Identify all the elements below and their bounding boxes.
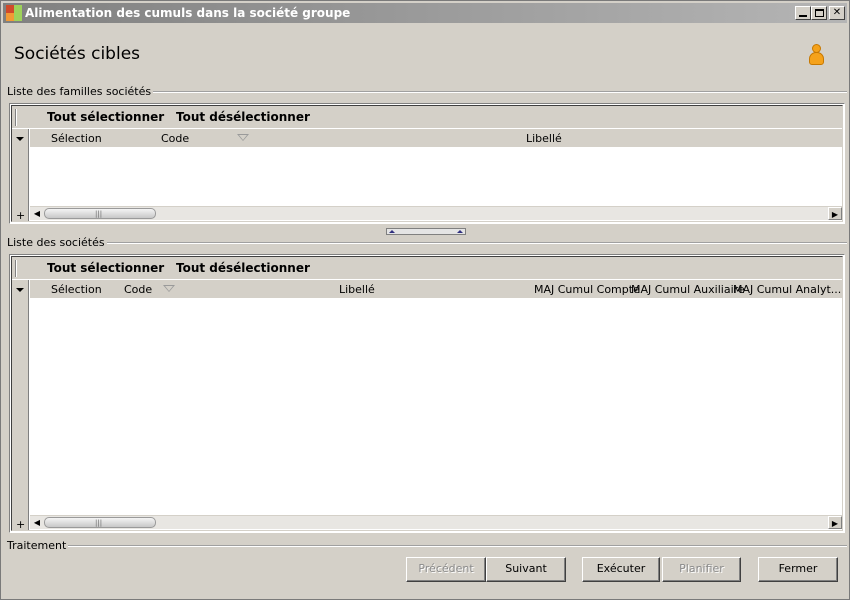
- companies-row-gutter[interactable]: [12, 280, 29, 530]
- column-selection[interactable]: Sélection: [51, 132, 102, 145]
- families-deselect-all-button[interactable]: Tout désélectionner: [176, 110, 310, 124]
- column-code[interactable]: Code: [124, 283, 152, 296]
- app-logo-icon: [6, 5, 22, 21]
- chevron-down-icon[interactable]: [16, 137, 24, 141]
- column-maj-cumul-analytique[interactable]: MAJ Cumul Analyt...: [733, 283, 841, 296]
- user-icon[interactable]: [807, 44, 825, 66]
- title-bar[interactable]: Alimentation des cumuls dans la société …: [3, 3, 847, 23]
- panel-splitter[interactable]: [386, 228, 466, 235]
- column-libelle[interactable]: Libellé: [526, 132, 562, 145]
- execute-button[interactable]: Exécuter: [582, 557, 660, 582]
- column-code[interactable]: Code: [161, 132, 189, 145]
- processing-group-divider: [7, 545, 847, 547]
- companies-deselect-all-button[interactable]: Tout désélectionner: [176, 261, 310, 275]
- column-libelle[interactable]: Libellé: [339, 283, 375, 296]
- companies-grid: Tout sélectionner Tout désélectionner Sé…: [9, 254, 845, 533]
- close-window-button[interactable]: ✕: [829, 6, 845, 20]
- column-selection[interactable]: Sélection: [51, 283, 102, 296]
- minimize-button[interactable]: [795, 6, 811, 20]
- companies-toolbar: Tout sélectionner Tout désélectionner: [12, 257, 842, 280]
- schedule-button[interactable]: Planifier: [662, 557, 741, 582]
- companies-horizontal-scrollbar[interactable]: ◀ ||| ▶: [30, 515, 842, 529]
- scroll-thumb[interactable]: |||: [44, 517, 156, 528]
- processing-group-label: Traitement: [7, 539, 69, 552]
- main-window: Alimentation des cumuls dans la société …: [0, 0, 850, 600]
- column-maj-cumul-auxiliaire[interactable]: MAJ Cumul Auxiliaire: [631, 283, 745, 296]
- scroll-thumb[interactable]: |||: [44, 208, 156, 219]
- families-column-header: Sélection Code Libellé: [30, 129, 842, 147]
- page-title: Sociétés cibles: [14, 44, 141, 64]
- maximize-icon: [815, 9, 824, 17]
- add-row-button[interactable]: +: [16, 518, 25, 530]
- companies-group-divider: [7, 242, 847, 244]
- families-row-gutter[interactable]: [12, 129, 29, 221]
- companies-column-header: Sélection Code Libellé MAJ Cumul Compte …: [30, 280, 842, 298]
- splitter-up-icon[interactable]: [389, 230, 395, 233]
- maximize-button[interactable]: [811, 6, 827, 20]
- families-select-all-button[interactable]: Tout sélectionner: [47, 110, 164, 124]
- scroll-right-icon[interactable]: ▶: [828, 516, 842, 529]
- close-icon: ✕: [832, 7, 842, 18]
- window-title: Alimentation des cumuls dans la société …: [25, 6, 351, 20]
- close-button[interactable]: Fermer: [758, 557, 838, 582]
- sort-icon[interactable]: [237, 134, 249, 141]
- companies-group-label: Liste des sociétés: [7, 236, 107, 249]
- column-maj-cumul-compte[interactable]: MAJ Cumul Compte: [534, 283, 640, 296]
- sort-icon[interactable]: [163, 285, 175, 292]
- scroll-right-icon[interactable]: ▶: [828, 207, 842, 220]
- scroll-left-icon[interactable]: ◀: [30, 207, 44, 220]
- chevron-down-icon[interactable]: [16, 288, 24, 292]
- families-grid: Tout sélectionner Tout désélectionner Sé…: [9, 103, 845, 224]
- previous-button[interactable]: Précédent: [406, 557, 486, 582]
- splitter-up-icon[interactable]: [457, 230, 463, 233]
- next-button[interactable]: Suivant: [486, 557, 566, 582]
- add-row-button[interactable]: +: [16, 209, 25, 221]
- families-group-label: Liste des familles sociétés: [7, 85, 154, 98]
- families-toolbar: Tout sélectionner Tout désélectionner: [12, 106, 842, 129]
- companies-select-all-button[interactable]: Tout sélectionner: [47, 261, 164, 275]
- families-horizontal-scrollbar[interactable]: ◀ ||| ▶: [30, 206, 842, 220]
- scroll-left-icon[interactable]: ◀: [30, 516, 44, 529]
- minimize-icon: [799, 15, 807, 17]
